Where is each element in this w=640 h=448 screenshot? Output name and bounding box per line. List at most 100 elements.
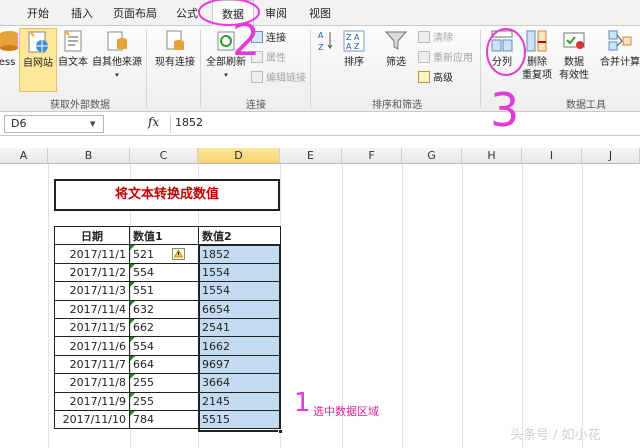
- table-row: 2017/11/6 554 1662: [54, 336, 281, 356]
- edit-links-button[interactable]: 编辑链接: [251, 71, 306, 87]
- header-value1[interactable]: 数值1: [129, 225, 199, 246]
- error-indicator-icon: [130, 410, 135, 416]
- tab-review[interactable]: 审阅: [265, 5, 287, 21]
- value1-cell[interactable]: 632: [129, 299, 199, 319]
- web-icon: [28, 31, 48, 53]
- from-web-button[interactable]: 自网站: [19, 28, 57, 92]
- date-cell[interactable]: 2017/11/10: [54, 409, 130, 430]
- error-indicator-icon: [130, 263, 135, 269]
- cell-text: 632: [133, 302, 154, 316]
- value2-cell[interactable]: 6654: [198, 299, 281, 319]
- fill-handle[interactable]: [278, 429, 283, 434]
- link-icon: [251, 71, 263, 83]
- svg-text:A Z: A Z: [346, 42, 360, 51]
- sort-ascending-button[interactable]: AZ: [316, 28, 336, 56]
- ribbon-tab-bar: 开始 插入 页面布局 公式 数据 审阅 视图: [0, 0, 640, 27]
- access-button[interactable]: ess: [0, 28, 18, 69]
- date-cell[interactable]: 2017/11/3: [54, 281, 130, 301]
- value1-cell[interactable]: 521: [129, 244, 199, 264]
- value1-cell[interactable]: 255: [129, 373, 199, 393]
- column-header-D[interactable]: D: [198, 148, 280, 164]
- value1-cell[interactable]: 255: [129, 391, 199, 411]
- value1-cell[interactable]: 784: [129, 409, 199, 430]
- column-header-C[interactable]: C: [130, 148, 198, 164]
- from-text-label: 自文本: [58, 57, 88, 68]
- tab-formulas[interactable]: 公式: [176, 5, 198, 21]
- column-header-G[interactable]: G: [402, 148, 462, 164]
- error-indicator-icon: [130, 392, 135, 398]
- cell-text: 255: [133, 394, 154, 408]
- existing-connections-button[interactable]: 现有连接: [150, 28, 200, 69]
- value2-cell[interactable]: 1852: [198, 244, 281, 264]
- from-other-sources-button[interactable]: 自其他来源 ▾: [90, 28, 144, 82]
- value2-cell[interactable]: 5515: [198, 409, 281, 430]
- sheet-title-cell[interactable]: 将文本转换成数值: [54, 179, 280, 211]
- table-header-row: 日期 数值1 数值2: [54, 225, 281, 246]
- group-label-external-data: 获取外部数据: [50, 100, 110, 111]
- name-box[interactable]: D6: [4, 115, 104, 133]
- date-cell[interactable]: 2017/11/6: [54, 336, 130, 356]
- date-cell[interactable]: 2017/11/1: [54, 244, 130, 264]
- consolidate-button[interactable]: 合并计算: [596, 28, 640, 69]
- date-cell[interactable]: 2017/11/8: [54, 373, 130, 393]
- tab-insert[interactable]: 插入: [71, 5, 93, 21]
- svg-text:Z A: Z A: [346, 33, 360, 42]
- date-cell[interactable]: 2017/11/5: [54, 317, 130, 338]
- reapply-button[interactable]: 重新应用: [418, 51, 473, 67]
- value2-cell[interactable]: 2541: [198, 317, 281, 338]
- column-header-F[interactable]: F: [342, 148, 402, 164]
- annotation-select-range-note: 选中数据区域: [313, 405, 379, 418]
- column-header-I[interactable]: I: [522, 148, 582, 164]
- value1-cell[interactable]: 554: [129, 262, 199, 283]
- insert-function-icon[interactable]: fx: [148, 115, 159, 129]
- tab-view[interactable]: 视图: [309, 5, 331, 21]
- date-cell[interactable]: 2017/11/7: [54, 354, 130, 375]
- formula-bar: D6 ▼ fx 1852: [0, 112, 640, 136]
- header-value2[interactable]: 数值2: [198, 225, 281, 246]
- error-warning-icon[interactable]: [172, 248, 185, 260]
- svg-text:Z: Z: [318, 43, 324, 52]
- column-header-B[interactable]: B: [48, 148, 130, 164]
- header-date[interactable]: 日期: [54, 225, 130, 246]
- dropdown-caret-icon: ▾: [224, 71, 228, 79]
- value2-cell[interactable]: 9697: [198, 354, 281, 375]
- value1-cell[interactable]: 554: [129, 336, 199, 356]
- value2-cell[interactable]: 1554: [198, 262, 281, 283]
- value2-cell[interactable]: 1662: [198, 336, 281, 356]
- connections-label: 连接: [266, 33, 286, 44]
- data-validation-button[interactable]: 数据 有效性: [556, 28, 592, 82]
- column-header-H[interactable]: H: [462, 148, 522, 164]
- value2-cell[interactable]: 2145: [198, 391, 281, 411]
- column-header-A[interactable]: A: [0, 148, 48, 164]
- advanced-button[interactable]: 高级: [418, 71, 453, 87]
- error-indicator-icon: [130, 318, 135, 324]
- value2-cell[interactable]: 1554: [198, 281, 281, 301]
- column-header-J[interactable]: J: [582, 148, 640, 164]
- data-validation-label-1: 数据: [564, 57, 584, 68]
- value1-cell[interactable]: 662: [129, 317, 199, 338]
- access-label: ess: [0, 57, 16, 68]
- existing-connections-icon: [166, 30, 184, 50]
- watermark: 头条号 / 如小花: [510, 428, 601, 443]
- filter-button[interactable]: 筛选: [380, 28, 412, 69]
- value2-cell[interactable]: 3664: [198, 373, 281, 393]
- from-text-button[interactable]: 自文本: [57, 28, 89, 69]
- date-cell[interactable]: 2017/11/2: [54, 262, 130, 283]
- formula-input[interactable]: 1852: [170, 115, 636, 133]
- table-row: 2017/11/8 255 3664: [54, 373, 281, 393]
- column-header-E[interactable]: E: [280, 148, 342, 164]
- tab-home[interactable]: 开始: [27, 5, 49, 21]
- sort-button[interactable]: Z AA Z 排序: [340, 28, 368, 69]
- clear-button[interactable]: 清除: [418, 31, 453, 47]
- reapply-icon: [418, 51, 430, 63]
- value1-cell[interactable]: 551: [129, 281, 199, 301]
- name-box-dropdown-icon[interactable]: ▼: [90, 120, 95, 128]
- cell-text: 554: [133, 265, 154, 279]
- cell-text: 784: [133, 413, 154, 427]
- table-row: 2017/11/3 551 1554: [54, 281, 281, 301]
- value1-cell[interactable]: 664: [129, 354, 199, 375]
- tab-page-layout[interactable]: 页面布局: [113, 5, 157, 21]
- table-row: 2017/11/4 632 6654: [54, 299, 281, 319]
- date-cell[interactable]: 2017/11/4: [54, 299, 130, 319]
- date-cell[interactable]: 2017/11/9: [54, 391, 130, 411]
